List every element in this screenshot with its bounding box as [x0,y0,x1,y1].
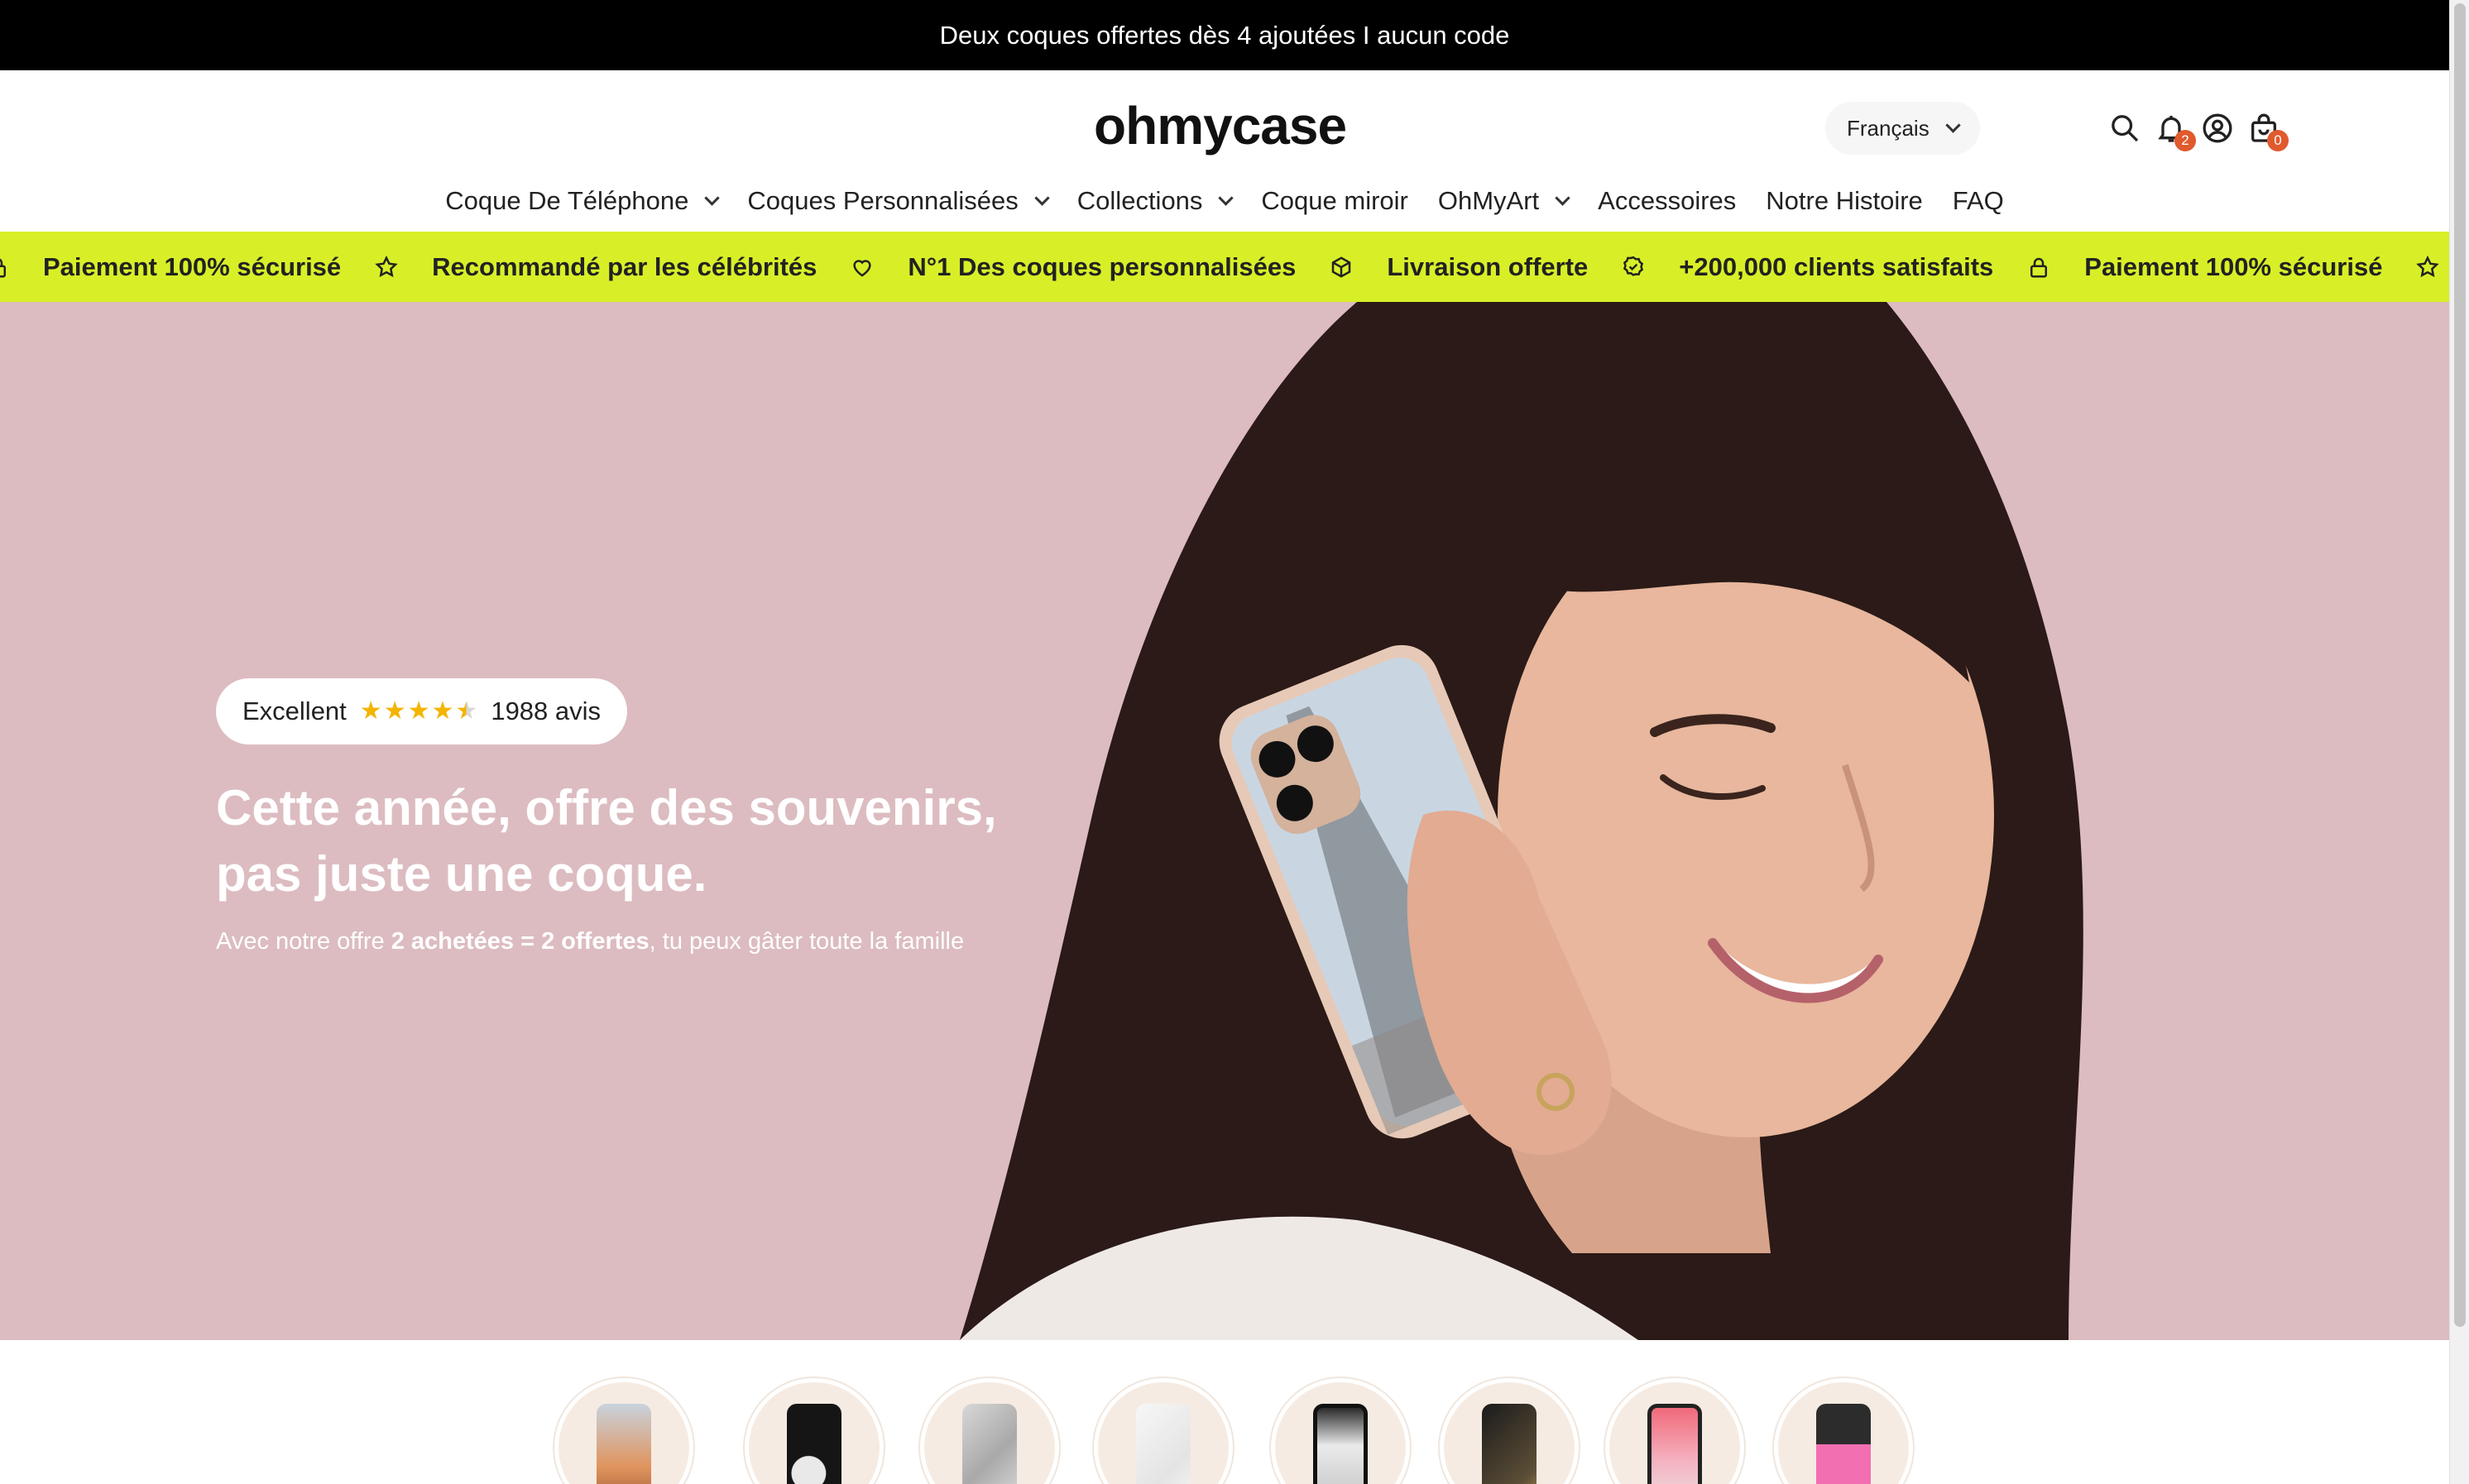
nav-item-label: OhMyArt [1437,186,1540,215]
ticker-item: +200,000 clients satisfaits [1679,251,1994,281]
hero-title-line-1: Cette année, offre des souvenirs, [216,780,997,835]
ticker-item: Paiement 100% sécurisé [2084,251,2383,281]
star-icon: ★ [359,697,382,725]
nav-item-faq[interactable]: FAQ [1953,186,2004,216]
hero-subtitle-pre: Avec notre offre [216,928,391,955]
notifications-badge: 2 [2174,130,2196,151]
box-icon [1329,255,1354,280]
announcement-text: Deux coques offertes dès 4 ajoutées I au… [939,20,1510,50]
product-circle-marble-case[interactable] [920,1378,1059,1484]
star-icon: ★ [431,697,454,725]
star-icon: ★ [407,697,430,725]
nav-item-accessoires[interactable]: Accessoires [1598,186,1736,216]
nav-item-coques-personnalisees[interactable]: Coques Personnalisées [747,186,1050,216]
main-nav: Coque De Téléphone Coques Personnalisées… [0,176,2449,226]
ring-icon [1482,1404,1537,1484]
hero-model-photo [960,302,2083,1340]
hero-subtitle: Avec notre offre 2 achetées = 2 offertes… [216,928,1126,955]
nav-item-notre-histoire[interactable]: Notre Histoire [1766,186,1923,216]
nav-item-label: Notre Histoire [1766,186,1923,215]
lock-icon [0,255,10,280]
product-carousel [0,1340,2449,1484]
rating-stars: ★ ★ ★ ★ ★ [360,699,478,724]
ticker-item: Livraison offerte [1387,251,1589,281]
star-icon [2415,255,2440,280]
phone-case-icon [962,1404,1017,1484]
phone-case-icon [1136,1404,1191,1484]
half-star-icon: ★ [455,697,478,725]
search-button[interactable] [2103,107,2146,150]
chevron-down-icon [1555,189,1570,206]
product-circle-white-marble-case[interactable] [1094,1378,1233,1484]
product-circle-mirror-case[interactable] [1271,1378,1410,1484]
ticker-track: Paiement 100% sécurisé Recommandé par le… [0,252,2440,282]
hero-title: Cette année, offre des souvenirs, pas ju… [216,775,1043,907]
site-header: ohmycase Français 2 0 Coque De Téléphone [0,70,2449,232]
notifications-button[interactable]: 2 [2150,107,2196,151]
site-logo[interactable]: ohmycase [1094,95,1347,156]
hero-subtitle-post: , tu peux gâter toute la famille [649,928,965,955]
phone-case-icon [1647,1404,1702,1484]
reviews-count: 1988 avis [491,697,602,725]
nav-item-collections[interactable]: Collections [1076,186,1234,216]
nav-item-coque-de-telephone[interactable]: Coque De Téléphone [445,186,721,216]
nav-item-label: Accessoires [1598,186,1737,215]
nav-item-label: Coque De Téléphone [445,186,689,215]
account-button[interactable] [2196,107,2239,150]
nav-item-label: Coques Personnalisées [747,186,1019,215]
phone-case-icon [1313,1404,1368,1484]
chevron-down-icon [1945,117,1961,133]
nav-item-label: FAQ [1952,186,2004,215]
trust-ticker: Paiement 100% sécurisé Recommandé par le… [0,232,2449,302]
rating-label: Excellent [242,697,347,725]
product-circle-clear-case[interactable] [1605,1378,1744,1484]
ticker-item: N°1 Des coques personnalisées [908,251,1297,281]
ticker-item: Paiement 100% sécurisé [43,251,342,281]
nav-item-label: Coque miroir [1261,186,1408,215]
rating-badge[interactable]: Excellent ★ ★ ★ ★ ★ 1988 avis [216,678,628,744]
phone-case-icon [1816,1404,1871,1484]
product-circle-black-cloud-case[interactable] [745,1378,884,1484]
hero-banner[interactable]: Excellent ★ ★ ★ ★ ★ 1988 avis Cette anné… [0,302,2449,1340]
hero-title-line-2: pas juste une coque. [216,846,707,902]
page: Deux coques offertes dès 4 ajoutées I au… [0,0,2469,1484]
user-icon [2203,113,2232,143]
language-label: Français [1847,115,1930,141]
lock-icon [2026,255,2051,280]
nav-item-coque-miroir[interactable]: Coque miroir [1261,186,1407,216]
phone-case-icon [787,1404,841,1484]
product-circle-custom-photo-case[interactable] [554,1378,693,1484]
cart-badge: 0 [2267,130,2289,151]
star-icon [374,255,399,280]
scrollbar-thumb[interactable] [2454,3,2466,1327]
cart-button[interactable]: 0 [2242,107,2289,151]
heart-icon [850,255,875,280]
product-circle-pink-card-holder[interactable] [1774,1378,1913,1484]
chevron-down-icon [704,189,721,206]
star-icon: ★ [383,697,406,725]
search-icon [2112,115,2139,142]
ticker-item: Recommandé par les célébrités [432,251,817,281]
nav-item-label: Collections [1076,186,1203,215]
hero-subtitle-offer: 2 achetées = 2 offertes [391,928,650,955]
page-scrollbar[interactable] [2449,0,2469,1484]
product-circle-ring-holder[interactable] [1440,1378,1579,1484]
phone-case-icon [597,1404,651,1484]
announcement-bar: Deux coques offertes dès 4 ajoutées I au… [0,0,2449,70]
chevron-down-icon [1034,189,1050,206]
language-selector[interactable]: Français [1825,102,1980,155]
chevron-down-icon [1218,189,1234,206]
nav-item-ohmyart[interactable]: OhMyArt [1437,186,1570,216]
verified-badge-icon [1621,255,1646,280]
